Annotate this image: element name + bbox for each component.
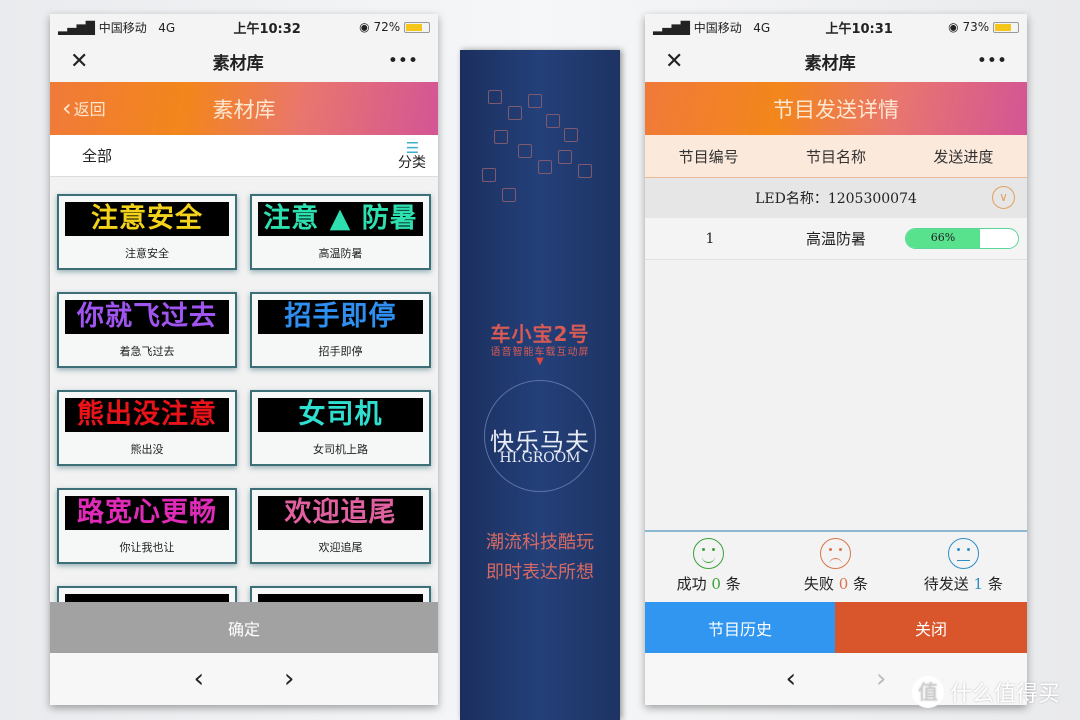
decorative-squares — [468, 80, 598, 202]
battery-icon — [403, 22, 430, 33]
material-card[interactable]: 注意安全 注意安全 — [57, 194, 237, 270]
led-preview: 路宽心更畅 — [65, 496, 229, 530]
history-button[interactable]: 节目历史 — [645, 602, 835, 653]
led-preview: 女司机 — [258, 398, 423, 432]
card-label: 着急飞过去 — [119, 345, 175, 358]
triangle-icon: ▼ — [536, 356, 544, 367]
right-phone-screen: ▂▄▆█ 中国移动 4G 上午10:31 ◉ 73% ✕ 素材库 ••• 节目发… — [645, 14, 1027, 705]
header-banner: ‹ 返回 素材库 — [50, 82, 438, 135]
progress-bar: 66% — [905, 228, 1019, 249]
category-button[interactable]: ☰ 分类 — [398, 138, 426, 171]
column-header: 发送进度 — [933, 147, 994, 166]
banner-title: 素材库 — [212, 97, 276, 122]
material-card[interactable]: 注意 ▲ 防暑高温防暑 — [250, 194, 431, 270]
list-icon: ☰ — [405, 138, 419, 157]
material-card[interactable] — [250, 586, 431, 602]
more-button[interactable]: ••• — [388, 51, 418, 71]
signal-icon: ▂▄▆█ — [58, 20, 95, 35]
card-label: 高温防暑 — [318, 247, 363, 260]
more-button[interactable]: ••• — [977, 51, 1007, 71]
material-card[interactable] — [57, 586, 237, 602]
slogan: 潮流科技酷玩 即时表达所想 — [486, 532, 594, 583]
status-bar: ▂▄▆█ 中国移动 4G 上午10:31 ◉ 73% — [645, 14, 1027, 40]
title-bar: ✕ 素材库 ••• — [645, 40, 1027, 82]
page-title: 素材库 — [804, 53, 856, 74]
send-stats: 成功 0 条失败 0 条待发送 1 条 — [645, 530, 1027, 602]
card-label: 熊出没 — [130, 443, 164, 456]
header-banner: 节目发送详情 — [645, 82, 1027, 135]
led-preview: 你就飞过去 — [65, 300, 229, 334]
close-icon[interactable]: ✕ — [70, 49, 88, 74]
stat-neutral: 待发送 1 条 — [900, 532, 1027, 602]
material-card[interactable]: 你就飞过去着急飞过去 — [57, 292, 237, 368]
material-card[interactable]: 路宽心更畅你让我也让 — [57, 488, 237, 564]
product-box-photo: 车小宝2号 语音智能车载互动屏 ▼ 快乐马夫 HI.GROOM 潮流科技酷玩 即时… — [460, 50, 620, 720]
filter-all[interactable]: 全部 — [82, 145, 112, 166]
banner-title: 节目发送详情 — [773, 97, 899, 122]
led-preview — [65, 594, 229, 602]
filter-bar: 全部 ☰ 分类 — [50, 135, 438, 177]
close-button[interactable]: 关闭 — [835, 602, 1027, 653]
happy-face-icon — [693, 538, 725, 569]
nav-back-button[interactable]: ‹ — [786, 664, 796, 694]
led-preview: 注意 ▲ 防暑 — [258, 202, 423, 236]
nav-forward-button[interactable]: › — [876, 664, 886, 694]
led-preview: 注意安全 — [65, 202, 229, 236]
chevron-down-icon[interactable]: ∨ — [992, 186, 1015, 209]
card-label: 你让我也让 — [119, 541, 175, 554]
page-title: 素材库 — [212, 53, 264, 74]
stat-sad: 失败 0 条 — [772, 532, 899, 602]
chevron-left-icon: ‹ — [62, 94, 72, 122]
card-label: 招手即停 — [318, 345, 363, 358]
led-preview: 招手即停 — [258, 300, 423, 334]
action-buttons: 节目历史 关闭 — [645, 602, 1027, 653]
watermark-logo-icon: 值 — [912, 676, 944, 708]
watermark: 值 什么值得买 — [912, 676, 1060, 708]
led-preview: 欢迎追尾 — [258, 496, 423, 530]
rotation-lock-icon: ◉ — [359, 20, 370, 34]
title-bar: ✕ 素材库 ••• — [50, 40, 438, 82]
sad-face-icon — [820, 538, 852, 569]
material-card[interactable]: 女司机 女司机上路 — [250, 390, 431, 466]
column-header: 节目编号 — [678, 147, 739, 166]
table-row: 1 高温防暑 66% — [645, 218, 1027, 260]
led-preview: 熊出没注意 — [65, 398, 229, 432]
left-phone-screen: ▂▄▆█ 中国移动 4G 上午10:32 ◉ 72% ✕ 素材库 ••• ‹ 返回… — [50, 14, 438, 705]
close-icon[interactable]: ✕ — [665, 49, 683, 74]
material-card[interactable]: 招手即停 招手即停 — [250, 292, 431, 368]
card-label: 女司机上路 — [313, 443, 368, 456]
material-card[interactable]: 欢迎追尾 欢迎追尾 — [250, 488, 431, 564]
material-grid: 注意安全 注意安全 注意 ▲ 防暑 高温防暑 你就飞过去 着急飞过去 招手即停 招手即停 熊出没… — [50, 177, 438, 602]
column-header: 节目名称 — [805, 147, 866, 166]
table-header: 节目编号 节目名称 发送进度 — [645, 135, 1027, 178]
material-card[interactable]: 熊出没注意 熊出没 — [57, 390, 237, 466]
stat-happy: 成功 0 条 — [645, 532, 772, 602]
rotation-lock-icon: ◉ — [948, 20, 959, 34]
confirm-button[interactable]: 确定 — [50, 602, 438, 653]
brand-logo-en: HI.GROOM — [499, 450, 581, 466]
card-label: 欢迎追尾 — [318, 541, 363, 554]
card-label: 注意安全 — [125, 247, 169, 260]
signal-icon: ▂▄▆█ — [653, 20, 690, 35]
nav-back-button[interactable]: ‹ — [194, 664, 204, 694]
led-preview — [258, 594, 423, 602]
back-button[interactable]: ‹ 返回 — [62, 96, 106, 120]
battery-icon — [992, 22, 1019, 33]
status-bar: ▂▄▆█ 中国移动 4G 上午10:32 ◉ 72% — [50, 14, 438, 40]
led-group-row[interactable]: LED名称：1205300074 ∨ — [645, 178, 1027, 218]
nav-forward-button[interactable]: › — [284, 664, 294, 694]
led-name: LED名称：1205300074 — [755, 191, 917, 207]
neutral-face-icon — [947, 538, 979, 569]
browser-nav: ‹ › — [50, 653, 438, 705]
